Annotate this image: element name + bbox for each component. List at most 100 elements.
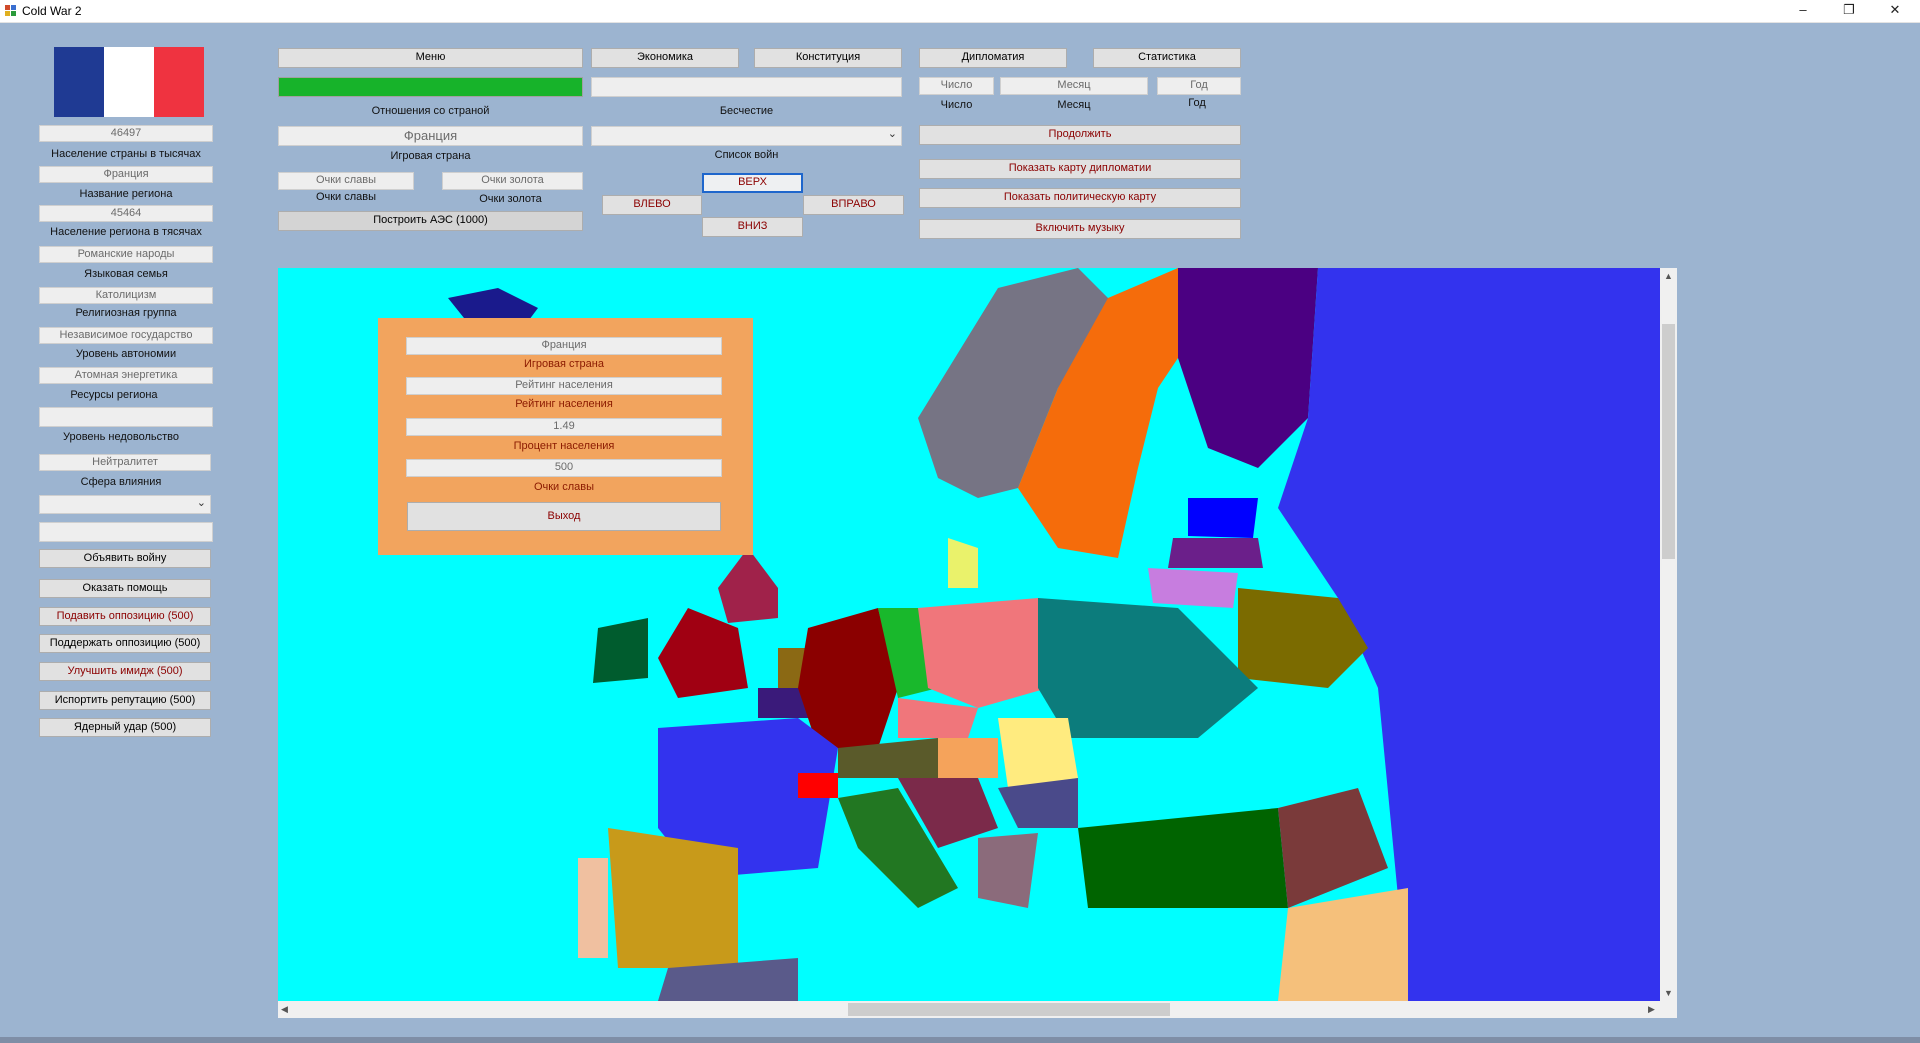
religion-field[interactable]: Католицизм [39, 287, 213, 304]
day-label: Число [940, 99, 973, 111]
sphere-field[interactable]: Нейтралитет [39, 454, 211, 471]
minimize-button[interactable]: – [1780, 0, 1826, 22]
help-button[interactable]: Оказать помощь [39, 579, 211, 598]
scroll-left-icon[interactable]: ◀ [281, 1004, 288, 1015]
region-ireland [593, 618, 648, 683]
region-estonia [1188, 498, 1258, 538]
right-button[interactable]: ВПРАВО [803, 195, 904, 215]
popup-rating-label: Рейтинг населения [515, 398, 613, 410]
diplomacy-map-button[interactable]: Показать карту дипломатии [919, 159, 1241, 179]
spoil-reputation-button[interactable]: Испортить репутацию (500) [39, 691, 211, 710]
relations-label: Отношения со страной [371, 105, 490, 117]
popup-glory-label: Очки славы [533, 481, 595, 493]
region-czech [898, 698, 978, 738]
region-latvia [1168, 538, 1263, 568]
region-romania [998, 718, 1078, 788]
wars-label: Список войн [714, 149, 779, 161]
region-ukraine [1038, 598, 1258, 738]
popup-country-field[interactable]: Франция [406, 337, 722, 355]
constitution-button[interactable]: Конституция [754, 48, 902, 68]
political-map-button[interactable]: Показать политическую карту [919, 188, 1241, 208]
language-field[interactable]: Романские народы [39, 246, 213, 263]
scroll-down-icon[interactable]: ▼ [1664, 988, 1673, 998]
scroll-right-icon[interactable]: ▶ [1648, 1004, 1655, 1015]
region-hungary [938, 738, 998, 778]
population-field[interactable]: 46497 [39, 125, 213, 142]
day-field[interactable]: Число [919, 77, 994, 95]
down-button[interactable]: ВНИЗ [702, 217, 803, 237]
dishonor-field[interactable] [591, 77, 902, 97]
year-field[interactable]: Год [1157, 77, 1241, 95]
discontent-field[interactable] [39, 407, 213, 427]
chevron-down-icon: ⌄ [196, 497, 206, 509]
map-vertical-scrollbar[interactable]: ▲ ▼ [1660, 268, 1677, 1001]
sphere-label: Сфера влияния [80, 476, 162, 488]
relations-bar [278, 77, 583, 97]
language-label: Языковая семья [84, 268, 168, 280]
resources-field[interactable]: Атомная энергетика [39, 367, 213, 384]
region-name-field[interactable]: Франция [39, 166, 213, 183]
declare-war-button[interactable]: Объявить войну [39, 549, 211, 568]
nuclear-strike-button[interactable]: Ядерный удар (500) [39, 718, 211, 737]
window-bottom-edge [0, 1037, 1920, 1043]
music-button[interactable]: Включить музыку [919, 219, 1241, 239]
improve-image-button[interactable]: Улучшить имидж (500) [39, 662, 211, 681]
economy-button[interactable]: Экономика [591, 48, 739, 68]
glory-label: Очки славы [315, 191, 377, 203]
region-finland [1178, 268, 1318, 468]
autonomy-field[interactable]: Независимое государство [39, 327, 213, 344]
popup-country-label: Игровая страна [524, 358, 604, 370]
popup-rating-field[interactable]: Рейтинг населения [406, 377, 722, 395]
region-portugal [578, 858, 608, 958]
wars-select[interactable]: ⌄ [591, 126, 902, 146]
region-denmark [948, 538, 978, 588]
gold-label: Очки золота [479, 193, 542, 205]
region-lithuania [1148, 568, 1238, 608]
vertical-scroll-thumb[interactable] [1662, 324, 1675, 559]
up-button[interactable]: ВЕРХ [702, 173, 803, 193]
popup-percent-field[interactable]: 1.49 [406, 418, 722, 436]
glory-field[interactable]: Очки славы [278, 172, 414, 190]
dishonor-label: Бесчестие [719, 105, 774, 117]
region-name-label: Название региона [79, 188, 173, 200]
close-button[interactable]: ✕ [1872, 0, 1918, 22]
region-uk [718, 548, 778, 623]
region-poland [918, 598, 1048, 708]
month-field[interactable]: Месяц [1000, 77, 1148, 95]
region-population-field[interactable]: 45464 [39, 205, 213, 222]
map-horizontal-scrollbar[interactable]: ◀ ▶ [278, 1001, 1677, 1018]
suppress-opposition-button[interactable]: Подавить оппозицию (500) [39, 607, 211, 626]
population-label: Население страны в тысячах [51, 148, 201, 160]
diplomacy-button[interactable]: Дипломатия [919, 48, 1067, 68]
region-middle-east [1278, 888, 1408, 1001]
extra-field[interactable] [39, 522, 213, 542]
popup-exit-button[interactable]: Выход [407, 502, 721, 531]
maximize-button[interactable]: ❐ [1826, 0, 1872, 22]
gold-field[interactable]: Очки золота [442, 172, 583, 190]
autonomy-label: Уровень автономии [75, 348, 177, 360]
menu-button[interactable]: Меню [278, 48, 583, 68]
region-switzerland [798, 773, 838, 798]
resources-label: Ресурсы региона [70, 389, 158, 401]
country-info-panel: Франция Игровая страна Рейтинг населения… [378, 318, 753, 555]
region-turkey [1078, 808, 1288, 908]
horizontal-scroll-thumb[interactable] [848, 1003, 1170, 1016]
country-flag [54, 47, 204, 117]
scroll-up-icon[interactable]: ▲ [1664, 271, 1673, 281]
window-title: Cold War 2 [22, 4, 82, 18]
region-population-label: Население региона в тясячах [50, 226, 202, 238]
statistics-button[interactable]: Статистика [1093, 48, 1241, 68]
popup-glory-field[interactable]: 500 [406, 459, 722, 477]
country-field[interactable]: Франция [278, 126, 583, 146]
country-label: Игровая страна [390, 150, 471, 162]
support-opposition-button[interactable]: Поддержать оппозицию (500) [39, 634, 211, 653]
title-bar: Cold War 2 – ❐ ✕ [0, 0, 1920, 23]
build-npp-button[interactable]: Построить АЭС (1000) [278, 211, 583, 231]
discontent-label: Уровень недовольство [62, 431, 180, 443]
left-button[interactable]: ВЛЕВО [602, 195, 702, 215]
influence-select[interactable]: ⌄ [39, 495, 211, 514]
religion-label: Религиозная группа [75, 307, 177, 319]
continue-button[interactable]: Продолжить [919, 125, 1241, 145]
region-spain [608, 828, 738, 968]
chevron-down-icon: ⌄ [887, 128, 897, 140]
